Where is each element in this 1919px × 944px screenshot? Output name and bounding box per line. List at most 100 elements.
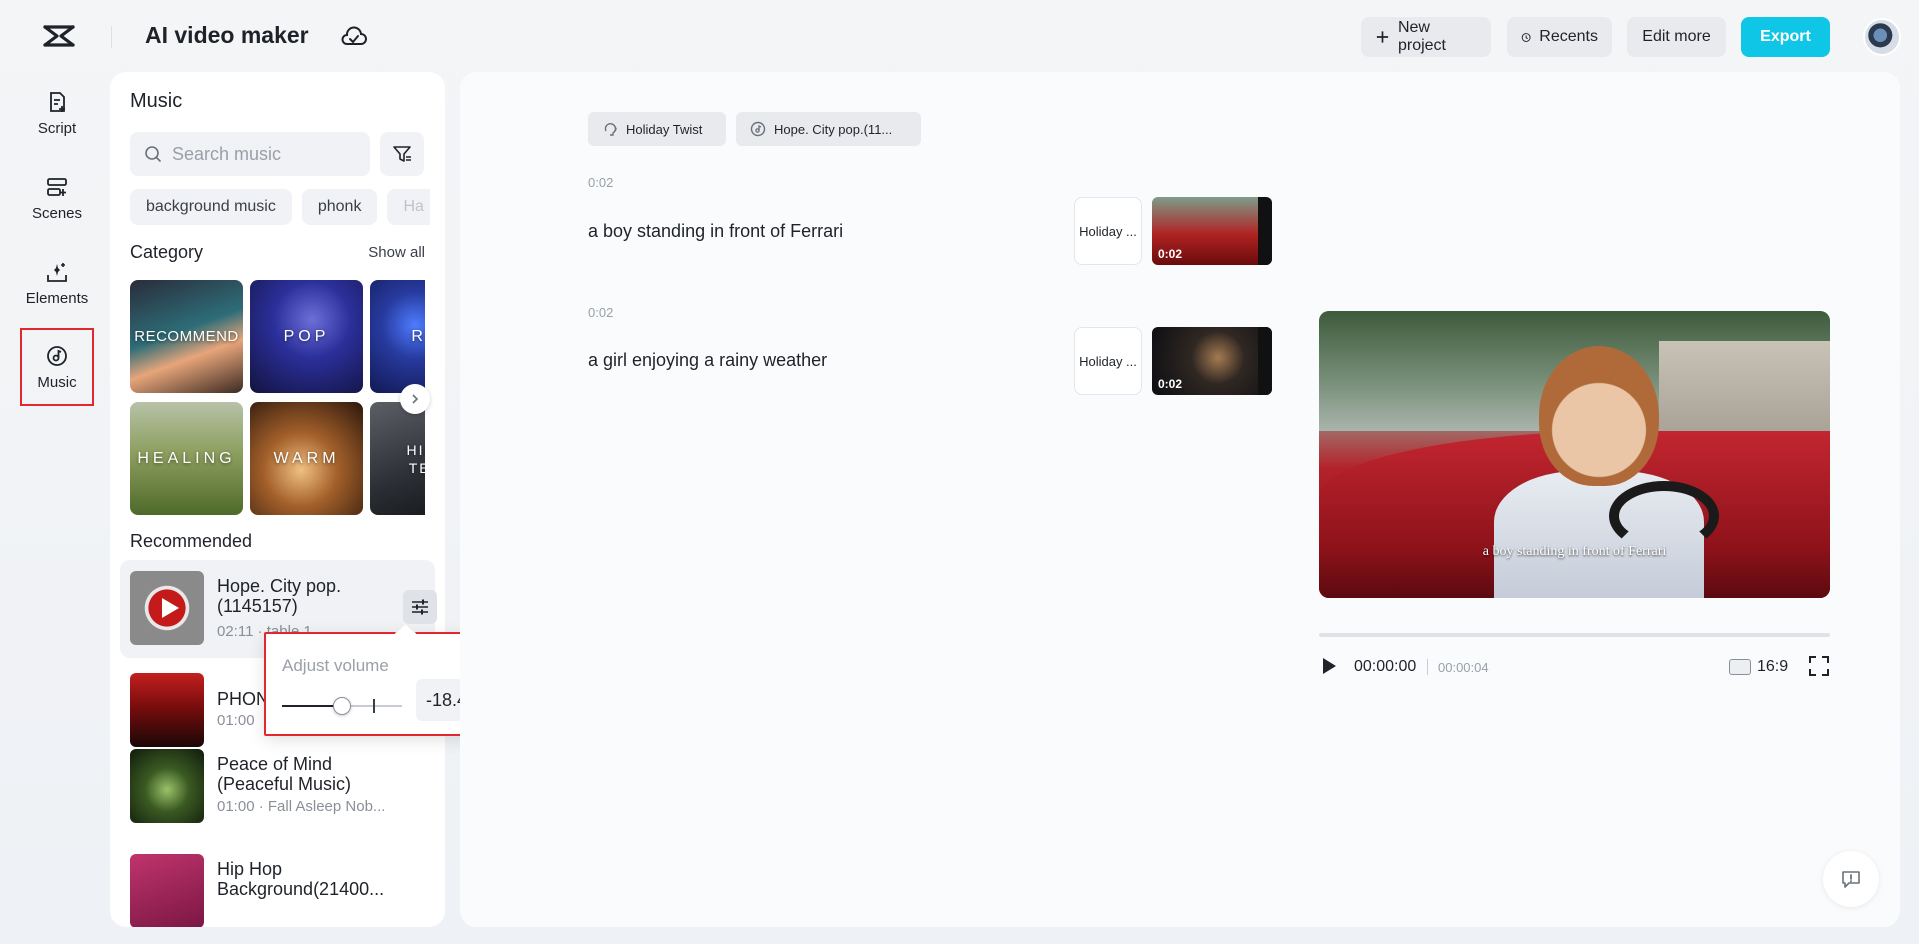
nav-item-elements[interactable]: Elements	[20, 244, 94, 322]
total-time: 00:00:04	[1438, 660, 1489, 675]
tag-ha[interactable]: Ha	[387, 189, 430, 225]
nav-item-label: Script	[38, 120, 76, 137]
recents-label: Recents	[1539, 28, 1598, 46]
feedback-icon	[1840, 868, 1862, 890]
scene-voice-label: Holiday ...	[1079, 224, 1137, 239]
track-item[interactable]: Peace of Mind (Peaceful Music) 01:00 · F…	[120, 738, 435, 836]
play-icon[interactable]	[1319, 656, 1339, 676]
scene-video-thumbnail[interactable]: 0:02	[1152, 197, 1272, 265]
playback-progress-bar[interactable]	[1319, 633, 1830, 637]
nav-item-label: Elements	[26, 290, 89, 307]
cloud-sync-icon[interactable]	[340, 25, 368, 49]
volume-default-mark	[373, 699, 375, 713]
track-cover	[130, 854, 204, 927]
aspect-ratio-label[interactable]: 16:9	[1757, 658, 1788, 676]
category-recommend[interactable]: RECOMMEND	[130, 280, 243, 393]
track-cover	[130, 749, 204, 823]
category-title: Category	[130, 242, 203, 263]
track-name: Hip Hop Background(21400...	[217, 859, 392, 899]
voice-chip[interactable]: Holiday Twist	[588, 112, 726, 146]
feedback-button[interactable]	[1823, 851, 1879, 907]
export-label: Export	[1760, 28, 1811, 46]
nav-item-label: Music	[37, 374, 76, 391]
edit-more-label: Edit more	[1642, 28, 1710, 46]
export-button[interactable]: Export	[1741, 17, 1830, 57]
main-editor: Holiday Twist Hope. City pop.(11... 0:02…	[460, 72, 1900, 927]
time-separator	[1427, 659, 1428, 675]
music-icon	[45, 344, 69, 368]
category-label: WARM	[273, 450, 339, 468]
adjust-volume-button[interactable]	[403, 590, 437, 624]
volume-slider-thumb[interactable]	[333, 697, 351, 715]
track-name: Peace of Mind (Peaceful Music)	[217, 754, 392, 794]
scene-voice-card[interactable]: Holiday ...	[1074, 197, 1142, 265]
thumbnail-duration: 0:02	[1158, 377, 1182, 391]
scene-duration: 0:02	[588, 305, 613, 320]
script-icon	[45, 90, 69, 114]
scenes-icon	[45, 175, 69, 199]
adjust-volume-label: Adjust volume	[282, 656, 389, 676]
scene-voice-card[interactable]: Holiday ...	[1074, 327, 1142, 395]
search-box[interactable]	[130, 132, 370, 176]
category-next-button[interactable]	[400, 384, 430, 414]
elements-icon	[45, 260, 69, 284]
search-icon	[144, 145, 162, 163]
track-item[interactable]: Hip Hop Background(21400...	[120, 843, 435, 927]
app-title: AI video maker	[145, 22, 309, 49]
new-project-label: New project	[1398, 19, 1477, 55]
search-input[interactable]	[172, 144, 352, 165]
tag-background-music[interactable]: background music	[130, 189, 292, 225]
capcut-logo-icon[interactable]	[42, 22, 76, 50]
scene-script-text[interactable]: a girl enjoying a rainy weather	[588, 350, 827, 371]
filter-button[interactable]	[380, 132, 424, 176]
aspect-ratio-icon[interactable]	[1729, 659, 1751, 675]
top-bar: AI video maker New project Recents Edit …	[0, 0, 1919, 72]
avatar[interactable]	[1863, 18, 1901, 56]
thumbnail-duration: 0:02	[1158, 247, 1182, 261]
volume-slider[interactable]	[282, 696, 402, 716]
show-all-link[interactable]: Show all	[368, 244, 425, 261]
preview-person-head	[1539, 346, 1659, 486]
scene-duration: 0:02	[588, 175, 613, 190]
scene-script-text[interactable]: a boy standing in front of Ferrari	[588, 221, 843, 242]
track-name: Hope. City pop. (1145157)	[217, 576, 392, 616]
preview-caption: a boy standing in front of Ferrari	[1319, 544, 1830, 560]
track-meta: 01:00 · Fall Asleep Nob...	[217, 798, 385, 815]
nav-item-script[interactable]: Script	[20, 74, 94, 152]
category-high-tempo[interactable]: HIGH TEM	[370, 402, 425, 515]
category-grid: RECOMMEND POP R& HEALING WARM HIGH TEM	[130, 280, 425, 515]
scene-video-thumbnail[interactable]: 0:02	[1152, 327, 1272, 395]
recents-button[interactable]: Recents	[1507, 17, 1612, 57]
category-label: RECOMMEND	[134, 328, 239, 345]
track-meta: 01:00	[217, 712, 255, 729]
edit-more-button[interactable]: Edit more	[1627, 17, 1726, 57]
music-chip[interactable]: Hope. City pop.(11...	[736, 112, 921, 146]
category-label: HIGH TEM	[407, 441, 426, 477]
category-label: POP	[284, 328, 330, 346]
new-project-button[interactable]: New project	[1361, 17, 1491, 57]
track-cover	[130, 673, 204, 747]
tag-phonk[interactable]: phonk	[302, 189, 378, 225]
preview-steering-wheel	[1609, 481, 1719, 551]
nav-item-scenes[interactable]: Scenes	[20, 159, 94, 237]
fullscreen-icon[interactable]	[1808, 655, 1830, 677]
category-healing[interactable]: HEALING	[130, 402, 243, 515]
history-icon	[1521, 29, 1531, 46]
category-pop[interactable]: POP	[250, 280, 363, 393]
tag-list: background music phonk Ha	[130, 189, 430, 225]
category-warm[interactable]: WARM	[250, 402, 363, 515]
play-icon[interactable]	[154, 593, 184, 623]
category-label: R&	[411, 328, 425, 346]
nav-item-label: Scenes	[32, 205, 82, 222]
chevron-right-icon	[409, 393, 421, 405]
sliders-icon	[410, 598, 430, 616]
nav-item-music[interactable]: Music	[20, 328, 94, 406]
plus-icon	[1375, 29, 1390, 45]
filter-icon	[391, 143, 413, 165]
video-preview[interactable]: a boy standing in front of Ferrari	[1319, 311, 1830, 598]
category-rb[interactable]: R&	[370, 280, 425, 393]
scene-voice-label: Holiday ...	[1079, 354, 1137, 369]
category-header: Category Show all	[130, 242, 425, 263]
player-controls: 00:00:00 00:00:04 16:9	[1319, 652, 1830, 682]
music-chip-label: Hope. City pop.(11...	[774, 122, 892, 137]
